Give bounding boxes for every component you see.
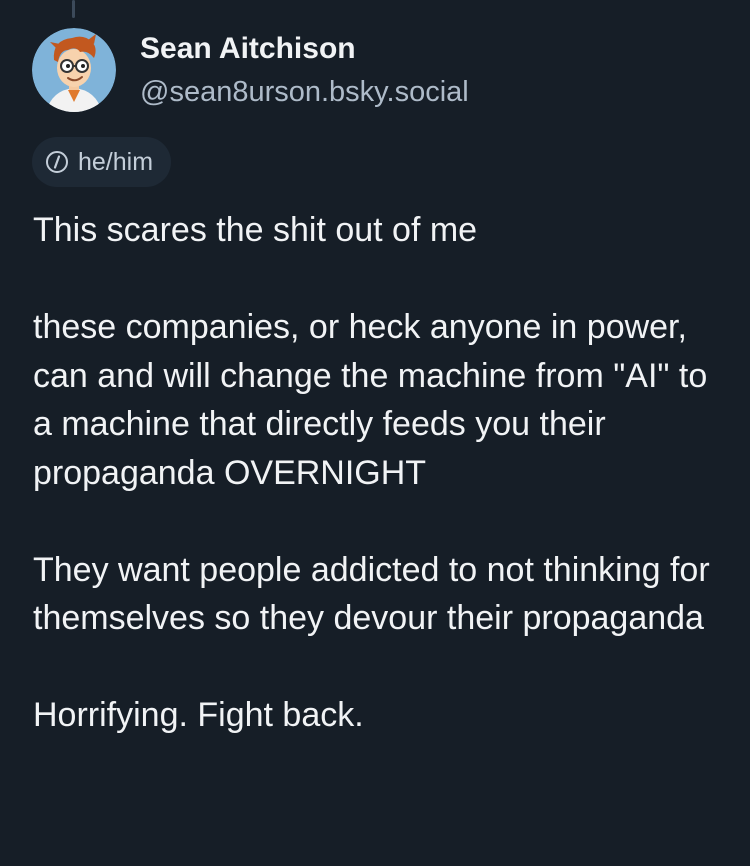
- pronouns-badge: he/him: [32, 137, 172, 187]
- author-display-name[interactable]: Sean Aitchison: [140, 32, 356, 66]
- post-paragraph: This scares the shit out of me: [33, 211, 478, 249]
- author-handle[interactable]: @sean8urson.bsky.social: [140, 76, 469, 109]
- post-paragraph: They want people addicted to not thinkin…: [33, 550, 710, 638]
- info-icon: [44, 149, 70, 175]
- post-paragraph: Horrifying. Fight back.: [33, 696, 364, 734]
- thread-connector-line: [72, 0, 75, 18]
- post-paragraph: these companies, or heck anyone in power…: [33, 308, 708, 492]
- post-body: This scares the shit out of me these com…: [33, 206, 733, 740]
- pronouns-label: he/him: [78, 147, 154, 176]
- avatar[interactable]: [32, 28, 116, 112]
- cartoon-avatar-icon: [32, 28, 116, 112]
